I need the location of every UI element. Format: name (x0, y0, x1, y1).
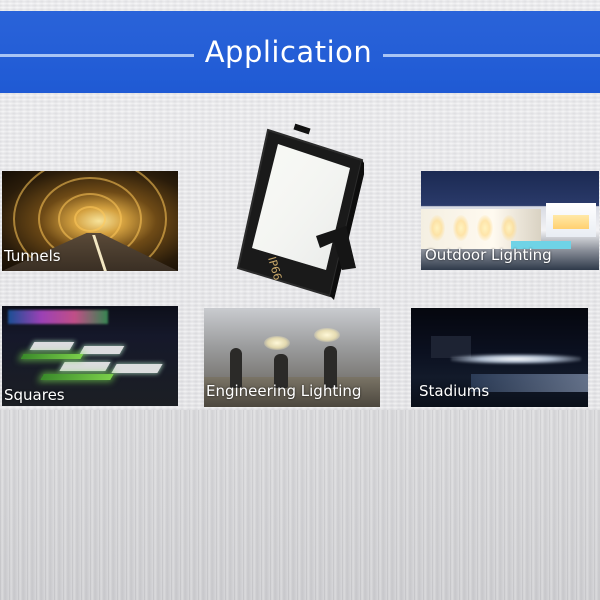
lit-paving (79, 346, 125, 354)
application-card-squares[interactable]: Squares (2, 306, 178, 406)
application-label: Tunnels (4, 247, 61, 265)
wall-light-glow (429, 215, 445, 241)
lit-paving (59, 362, 111, 371)
application-card-tunnels[interactable]: Tunnels (2, 171, 178, 271)
work-lamp-glow (314, 328, 340, 342)
city-lights (8, 310, 108, 324)
stadium-lights (451, 354, 581, 364)
application-card-stadiums[interactable]: Stadiums (411, 308, 588, 407)
application-label: Outdoor Lighting (425, 246, 552, 264)
header-divider-left (0, 54, 194, 57)
work-lamp-glow (264, 336, 290, 350)
application-label: Squares (4, 386, 65, 404)
application-label: Stadiums (419, 382, 490, 400)
page-title: Application (204, 35, 373, 69)
lit-grass (40, 374, 114, 380)
lit-window (553, 215, 589, 229)
header-divider-right (383, 54, 600, 57)
floodlight-product: IP66 (234, 118, 366, 300)
header-banner: Application (0, 11, 600, 93)
lit-paving (111, 364, 163, 373)
wall-light-glow (477, 215, 493, 241)
application-card-engineering-lighting[interactable]: Engineering Lighting (204, 308, 380, 407)
tunnel-arch (74, 206, 106, 232)
page-background-bottom (0, 410, 600, 600)
lit-grass (20, 354, 84, 359)
wall-light-glow (501, 215, 517, 241)
application-label: Engineering Lighting (206, 382, 362, 400)
floodlight-icon: IP66 (236, 123, 366, 300)
application-card-outdoor-lighting[interactable]: Outdoor Lighting (421, 171, 599, 270)
wall-light-glow (453, 215, 469, 241)
lit-paving (29, 342, 75, 350)
